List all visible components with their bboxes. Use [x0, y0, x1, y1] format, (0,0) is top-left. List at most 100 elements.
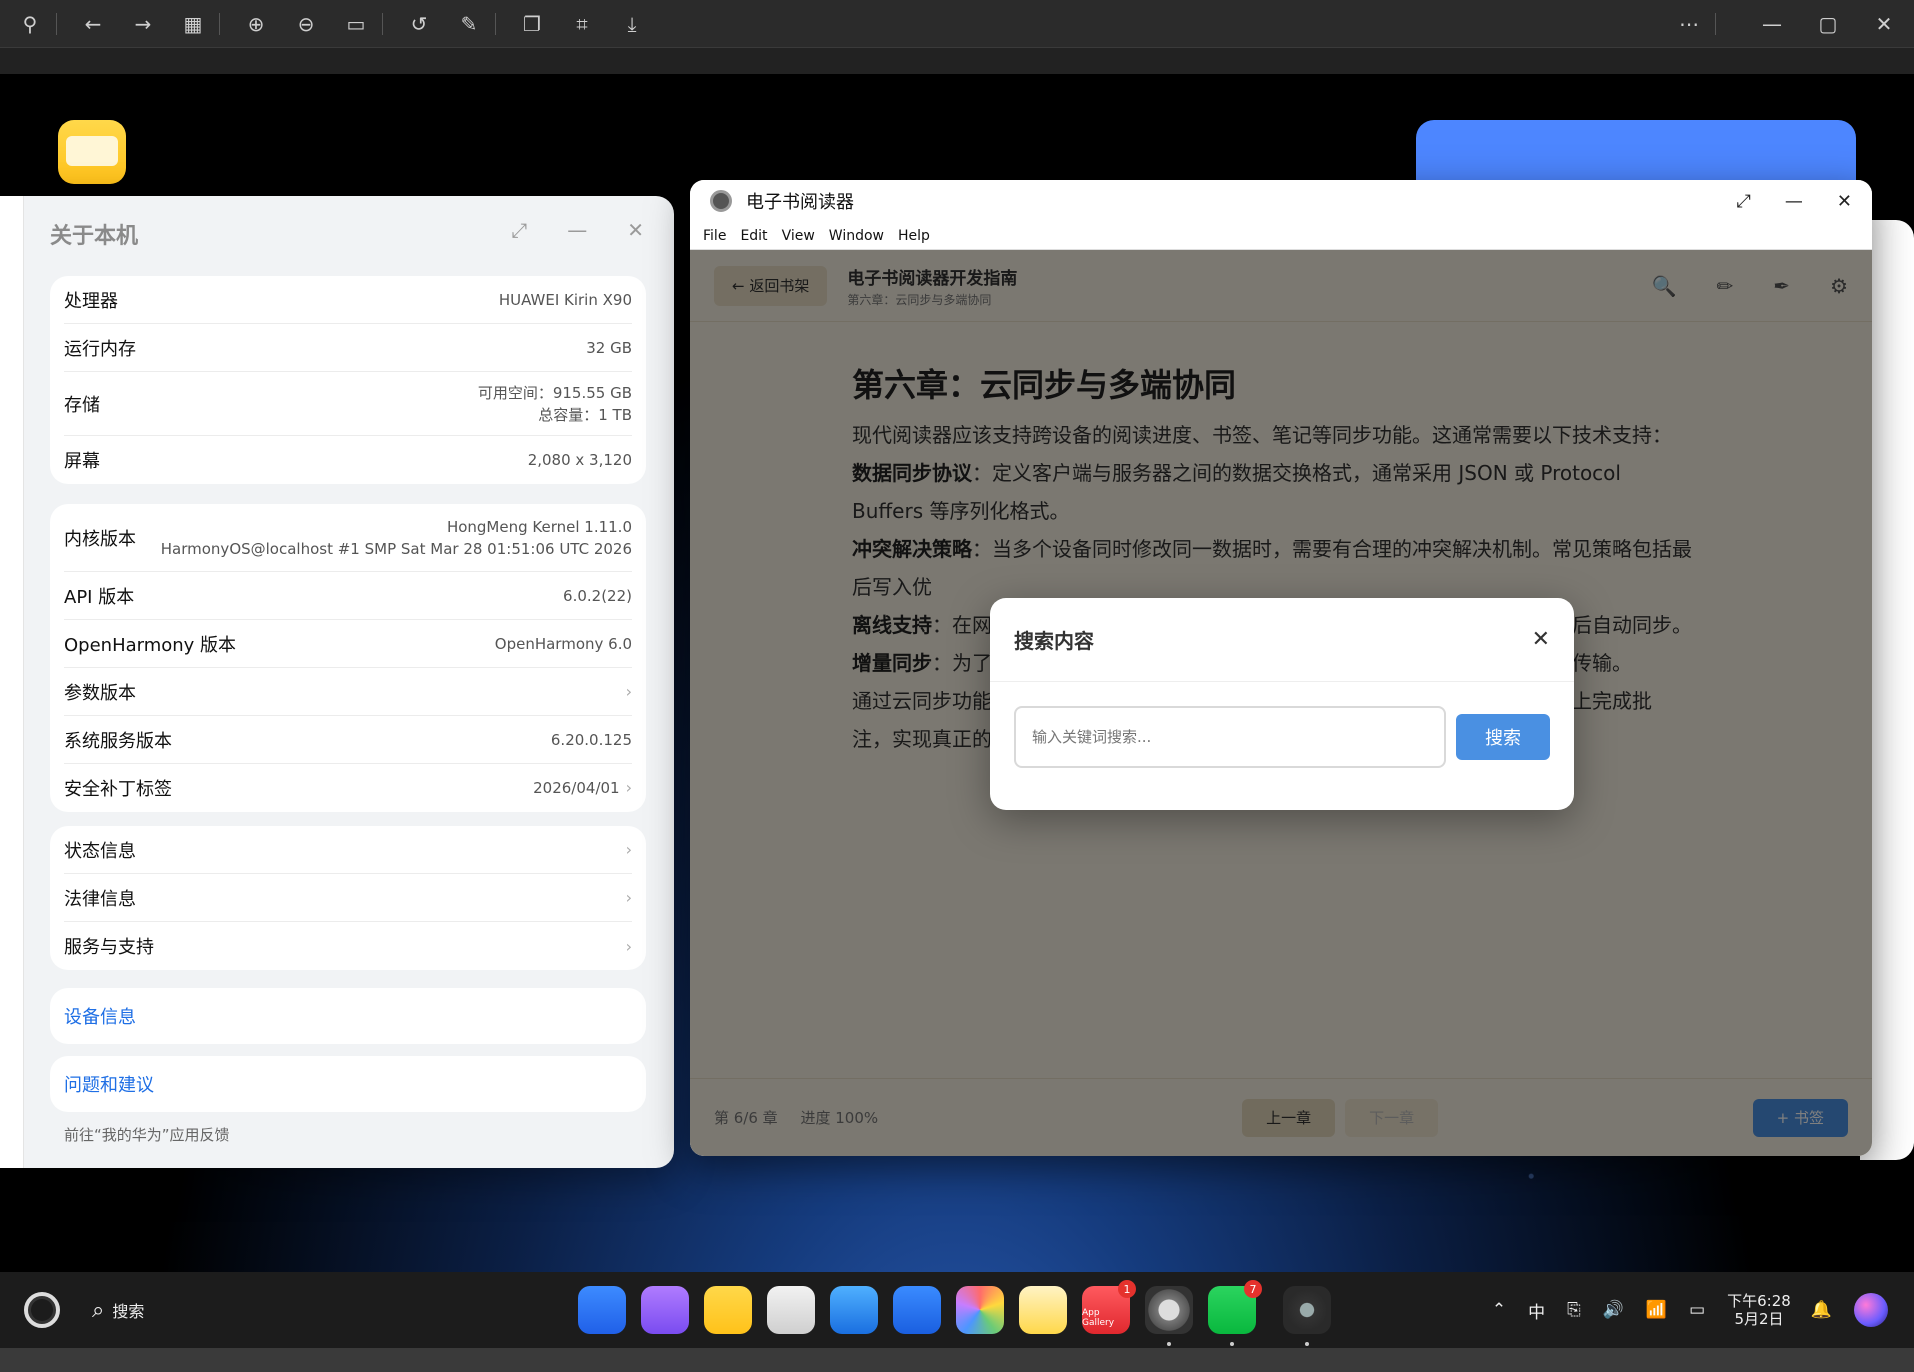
bell-icon[interactable]: 🔔	[1811, 1300, 1832, 1320]
row-processor: 处理器 HUAWEI Kirin X90	[64, 276, 632, 324]
divider	[382, 12, 383, 35]
fullscreen-icon[interactable]: ⤢	[1737, 191, 1751, 212]
battery-icon[interactable]: ▭	[1689, 1300, 1705, 1320]
wechat-icon[interactable]: 7	[1208, 1280, 1262, 1346]
row-legal[interactable]: 法律信息 ›	[64, 874, 632, 922]
maximize-icon[interactable]: ▢	[1808, 4, 1848, 44]
zoom-in-icon[interactable]: ⊕	[236, 4, 276, 44]
row-label: 安全补丁标签	[64, 779, 172, 800]
row-patch[interactable]: 安全补丁标签 2026/04/01 ›	[64, 764, 632, 812]
menu-help[interactable]: Help	[898, 228, 930, 244]
menu-view[interactable]: View	[782, 228, 815, 244]
minimize-icon[interactable]: —	[567, 218, 587, 242]
clock-time: 下午6:28	[1727, 1292, 1791, 1310]
feedback-hint: 前往“我的华为”应用反馈	[64, 1126, 230, 1144]
running-indicator	[1167, 1342, 1171, 1346]
viewer-toolbar: ⚲ ← → ▦ ⊕ ⊖ ▭ ↺ ✎ ❐ ⌗ ⤓ ⋯ — ▢ ✕	[0, 0, 1914, 48]
menu-file[interactable]: File	[703, 228, 726, 244]
notification-badge: 7	[1244, 1280, 1262, 1298]
row-support[interactable]: 服务与支持 ›	[64, 922, 632, 970]
notes-icon[interactable]	[1019, 1286, 1067, 1334]
minimize-icon[interactable]: —	[1752, 4, 1792, 44]
gallery-icon[interactable]	[956, 1286, 1004, 1334]
menu-window[interactable]: Window	[829, 228, 884, 244]
row-kernel: 内核版本 HongMeng Kernel 1.11.0 HarmonyOS@lo…	[64, 504, 632, 572]
divider	[56, 12, 57, 35]
start-button[interactable]	[24, 1292, 60, 1328]
viewer-bottom-bar	[0, 1348, 1914, 1372]
recycle-bin-icon[interactable]	[767, 1286, 815, 1334]
row-value: 6.20.0.125	[550, 730, 632, 749]
browser-icon[interactable]	[830, 1286, 878, 1334]
clock-date: 5月2日	[1734, 1310, 1784, 1328]
mail-icon[interactable]	[893, 1286, 941, 1334]
dock: App Gallery 1 7	[578, 1280, 1331, 1346]
appgallery-icon[interactable]: App Gallery 1	[1082, 1280, 1136, 1334]
about-device-window: 关于本机 ⤢ — ✕ 处理器 HUAWEI Kirin X90 运行内存 32 …	[0, 196, 674, 1168]
software-card: 内核版本 HongMeng Kernel 1.11.0 HarmonyOS@lo…	[50, 504, 646, 812]
chevron-right-icon: ›	[625, 888, 632, 907]
volume-icon[interactable]: 🔊	[1603, 1300, 1624, 1320]
row-value: 2,080 x 3,120	[527, 451, 632, 469]
feedback-link[interactable]: 问题和建议	[50, 1056, 646, 1112]
multitask-icon[interactable]	[641, 1286, 689, 1334]
title-bar: 电子书阅读器 ⤢ — ✕	[690, 180, 1872, 222]
edit-icon[interactable]: ✎	[449, 4, 489, 44]
row-label: OpenHarmony 版本	[64, 634, 237, 656]
save-icon[interactable]: ⤓	[612, 4, 652, 44]
search-button[interactable]: 搜索	[1456, 714, 1550, 760]
copy-icon[interactable]: ❐	[512, 4, 552, 44]
chevron-right-icon: ›	[625, 936, 632, 956]
row-value: HongMeng Kernel 1.11.0 HarmonyOS@localho…	[161, 516, 632, 560]
forward-icon[interactable]: →	[123, 4, 163, 44]
search-input[interactable]	[1014, 706, 1446, 768]
actual-size-icon[interactable]: ▭	[336, 4, 376, 44]
close-icon[interactable]: ✕	[1532, 627, 1550, 652]
clock[interactable]: 下午6:28 5月2日	[1727, 1292, 1791, 1328]
ime-indicator[interactable]: 中	[1528, 1298, 1545, 1323]
fullscreen-icon[interactable]: ⤢	[511, 218, 527, 242]
row-value: 可用空间：915.55 GB 总容量：1 TB	[478, 382, 632, 426]
row-value: HUAWEI Kirin X90	[498, 290, 632, 309]
wifi-icon[interactable]: 📶	[1646, 1300, 1667, 1320]
divider	[1715, 12, 1716, 35]
pin-icon[interactable]: ⚲	[10, 4, 50, 44]
files-icon[interactable]	[704, 1286, 752, 1334]
row-label: 存储	[64, 394, 100, 416]
row-label: 内核版本	[64, 528, 136, 550]
crop-icon[interactable]: ⌗	[562, 4, 602, 44]
device-info-link[interactable]: 设备信息	[50, 988, 646, 1044]
minimize-icon[interactable]: —	[1785, 191, 1803, 212]
more-icon[interactable]: ⋯	[1669, 4, 1709, 44]
grid-icon[interactable]: ▦	[173, 4, 213, 44]
close-icon[interactable]: ✕	[627, 218, 644, 242]
taskbar: ⌕ 搜索 App Gallery 1 7 ⌃ 中 ⎘ 🔊 📶 ▭ 下午6:28 …	[0, 1272, 1914, 1348]
close-icon[interactable]: ✕	[1864, 4, 1904, 44]
row-status[interactable]: 状态信息 ›	[64, 826, 632, 874]
close-icon[interactable]: ✕	[1837, 191, 1852, 212]
window-controls: ⤢ — ✕	[1737, 191, 1853, 212]
row-label: API 版本	[64, 586, 135, 608]
app-launcher-icon[interactable]	[578, 1286, 626, 1334]
appgallery-label: App Gallery	[1082, 1308, 1115, 1328]
menu-edit[interactable]: Edit	[740, 228, 767, 244]
chevron-up-icon[interactable]: ⌃	[1492, 1300, 1506, 1320]
row-params[interactable]: 参数版本 ›	[64, 668, 632, 716]
taskbar-search[interactable]: ⌕ 搜索	[92, 1298, 144, 1323]
folder-icon[interactable]	[58, 120, 126, 184]
row-label: 处理器	[64, 290, 118, 312]
row-storage: 存储 可用空间：915.55 GB 总容量：1 TB	[64, 372, 632, 436]
row-value: 32 GB	[586, 338, 632, 357]
ebook-reader-icon[interactable]	[1283, 1286, 1331, 1346]
chevron-right-icon: ›	[625, 682, 632, 701]
clipboard-icon[interactable]: ⎘	[1567, 1300, 1581, 1320]
storage-free: 可用空间：915.55 GB	[477, 383, 632, 402]
back-icon[interactable]: ←	[73, 4, 113, 44]
assistant-icon[interactable]	[1854, 1293, 1888, 1327]
settings-icon[interactable]	[1145, 1286, 1193, 1346]
menu-bar: File Edit View Window Help	[690, 222, 1872, 250]
row-label: 状态信息	[64, 840, 136, 862]
zoom-out-icon[interactable]: ⊖	[286, 4, 326, 44]
rotate-icon[interactable]: ↺	[399, 4, 439, 44]
row-label: 系统服务版本	[64, 730, 172, 752]
